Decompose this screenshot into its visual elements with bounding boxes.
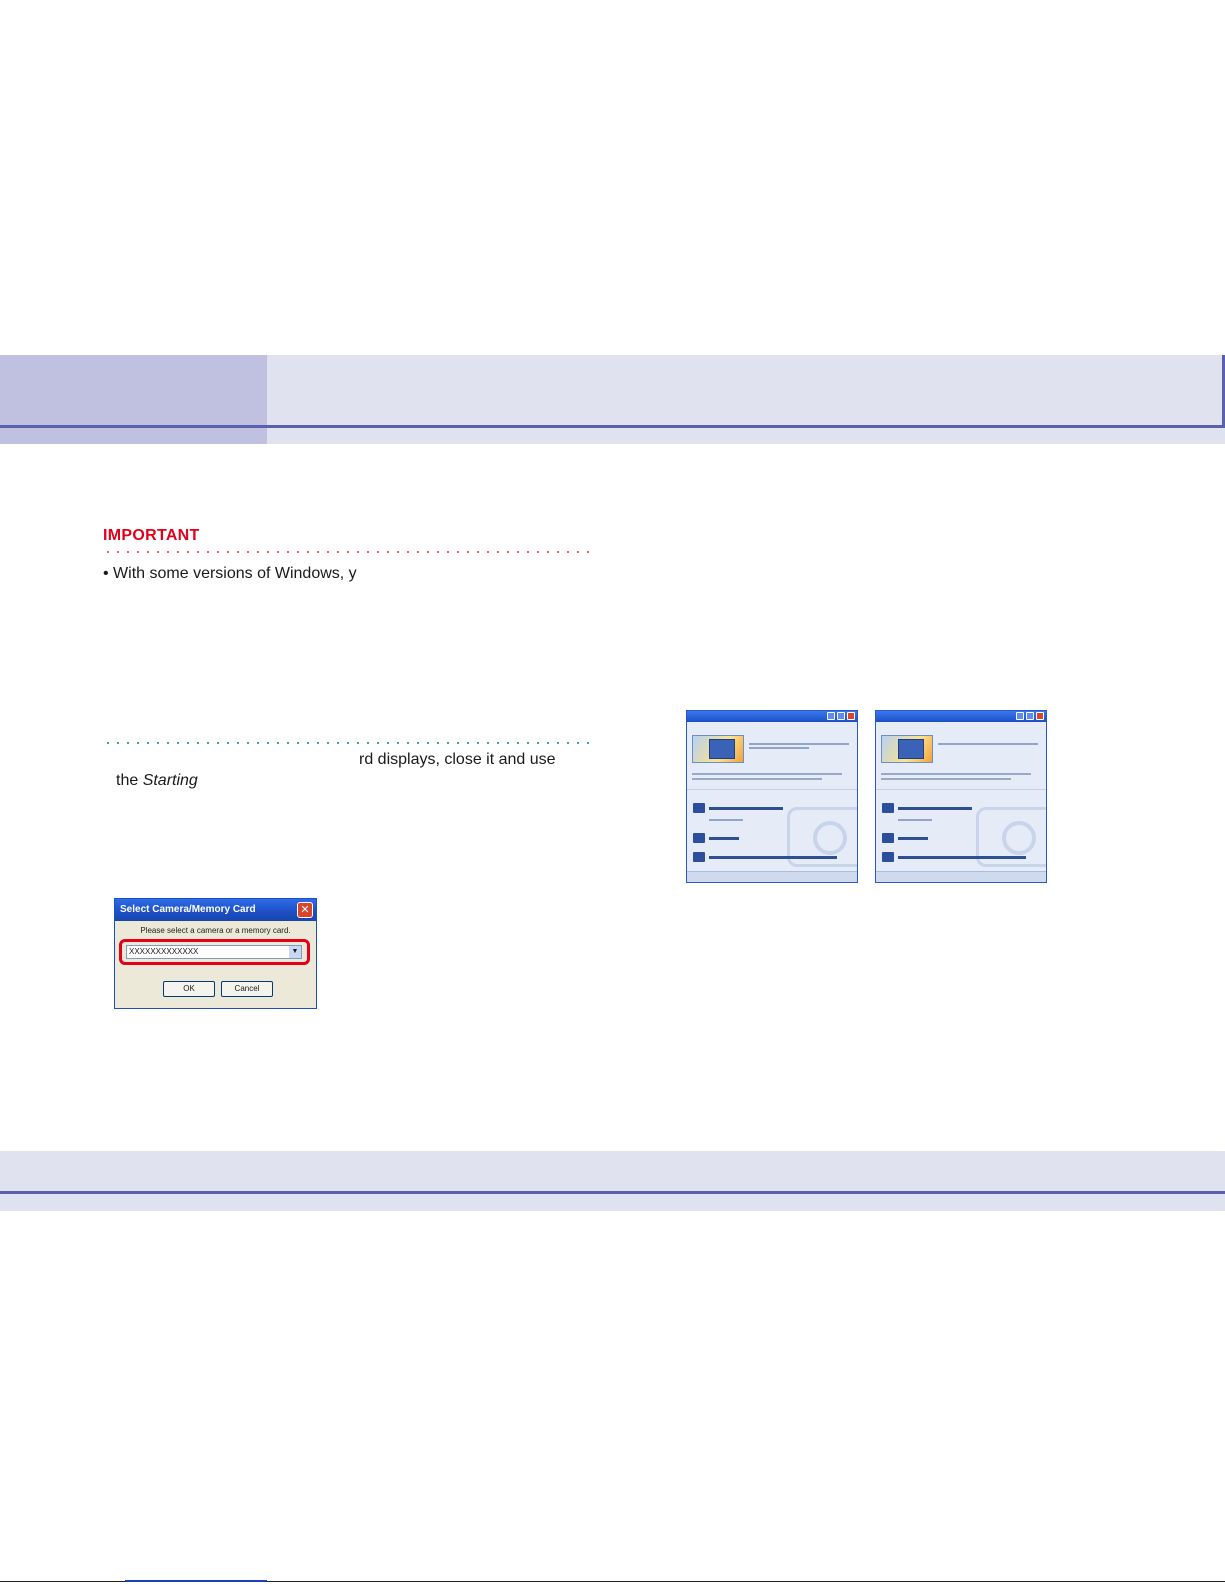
- dialog-title: Select Camera/Memory Card: [120, 904, 256, 915]
- bottom-link-underline[interactable]: [125, 1580, 267, 1582]
- line-3-prefix: the: [116, 772, 143, 789]
- ok-button[interactable]: OK: [163, 981, 215, 997]
- menu-label-bar: [709, 855, 837, 859]
- save-path-line: [692, 773, 842, 775]
- dialog-titlebar: Select Camera/Memory Card ✕: [115, 899, 316, 921]
- important-text-line-3: the Starting: [116, 772, 198, 790]
- list-images-row: [693, 833, 739, 843]
- important-heading: IMPORTANT: [103, 527, 200, 544]
- info-line: [749, 747, 809, 749]
- menu-label-bar: [898, 855, 1026, 859]
- save-path-line: [692, 778, 822, 780]
- window-footer: [876, 871, 1046, 882]
- camerawindow-titlebar: [876, 711, 1046, 722]
- header-strip-right: [267, 428, 1225, 444]
- maximize-icon: [1026, 712, 1034, 720]
- header-strip-left: [0, 428, 267, 444]
- menu-label-bar: [898, 836, 928, 840]
- menu-label-bar: [709, 836, 739, 840]
- sub-option-line: [898, 819, 932, 821]
- laptop-icon: [709, 739, 735, 759]
- camerawindow-screenshot-2: [875, 710, 1047, 883]
- select-camera-dialog: Select Camera/Memory Card ✕ Please selec…: [114, 898, 317, 1009]
- header-band-right: [267, 355, 1225, 425]
- close-icon: [847, 712, 855, 720]
- browse-images-row: [693, 852, 837, 862]
- important-text-line-1: • With some versions of Windows, y: [103, 565, 357, 582]
- lens-watermark-icon: [813, 821, 847, 855]
- start-download-row: [882, 803, 972, 813]
- browse-images-row: [882, 852, 1026, 862]
- divider: [876, 789, 1046, 790]
- download-icon: [882, 803, 894, 813]
- dialog-prompt: Please select a camera or a memory card.: [140, 926, 291, 935]
- maximize-icon: [837, 712, 845, 720]
- sub-option-line: [709, 819, 743, 821]
- header-band-left: [0, 355, 267, 425]
- cancel-button[interactable]: Cancel: [221, 981, 273, 997]
- camera-select-value: XXXXXXXXXXXXX: [129, 947, 199, 956]
- list-images-row: [882, 833, 928, 843]
- start-download-row: [693, 803, 783, 813]
- important-bottom-divider: [103, 742, 590, 744]
- camerawindow-screenshot-1: [686, 710, 858, 883]
- menu-label-bar: [709, 806, 783, 810]
- minimize-icon: [827, 712, 835, 720]
- window-footer: [687, 871, 857, 882]
- browser-icon: [693, 852, 705, 862]
- footer-band: [0, 1151, 1225, 1191]
- save-path-line: [881, 773, 1031, 775]
- footer-strip: [0, 1194, 1225, 1211]
- highlight-ring: XXXXXXXXXXXXX ▼: [119, 939, 310, 965]
- menu-label-bar: [898, 806, 972, 810]
- camera-select[interactable]: XXXXXXXXXXXXX ▼: [126, 945, 302, 959]
- close-icon: [1036, 712, 1044, 720]
- close-icon[interactable]: ✕: [297, 902, 313, 918]
- save-path-line: [881, 778, 1011, 780]
- camerawindow-titlebar: [687, 711, 857, 722]
- info-line: [938, 743, 1038, 745]
- starting-link-text: Starting: [142, 772, 198, 789]
- minimize-icon: [1016, 712, 1024, 720]
- lens-watermark-icon: [1002, 821, 1036, 855]
- important-text-line-2: rd displays, close it and use: [359, 751, 556, 768]
- browser-icon: [882, 852, 894, 862]
- laptop-icon: [898, 739, 924, 759]
- chevron-down-icon[interactable]: ▼: [289, 946, 301, 958]
- images-icon: [693, 833, 705, 843]
- divider: [687, 789, 857, 790]
- important-top-divider: [103, 551, 590, 553]
- images-icon: [882, 833, 894, 843]
- download-icon: [693, 803, 705, 813]
- info-line: [749, 743, 849, 745]
